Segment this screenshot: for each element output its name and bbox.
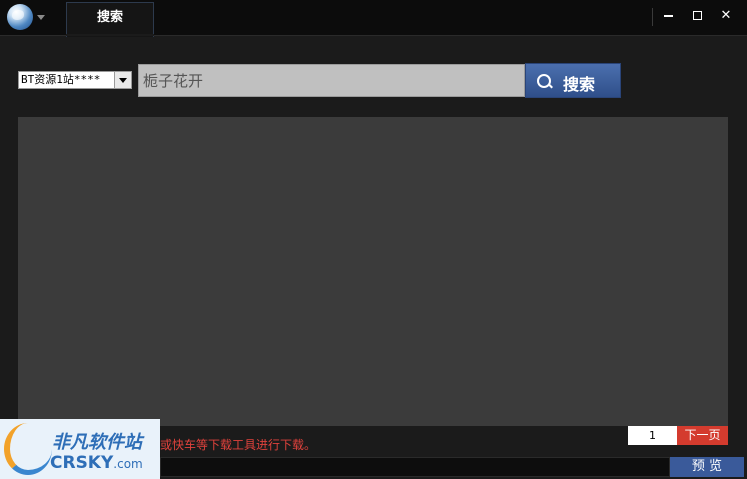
maximize-icon — [692, 11, 702, 20]
caret-down-icon[interactable] — [37, 15, 45, 20]
globe-logo-icon[interactable] — [7, 4, 33, 30]
minimize-button[interactable] — [657, 6, 679, 26]
status-bar — [160, 457, 670, 477]
results-panel[interactable] — [18, 117, 728, 426]
tab-search[interactable]: 搜索 — [66, 2, 154, 37]
watermark-logo: 非凡软件站 CRSKY.com — [0, 419, 160, 479]
search-input[interactable] — [138, 64, 525, 97]
info-text: 或快车等下载工具进行下载。 — [160, 438, 317, 452]
search-button[interactable]: 搜索 — [525, 63, 621, 98]
title-bar: 搜索 ✕ — [0, 0, 747, 37]
close-button[interactable]: ✕ — [715, 6, 737, 26]
next-page-button[interactable]: 下一页 — [677, 426, 728, 445]
watermark-en-main: CRSKY — [50, 453, 114, 473]
close-icon: ✕ — [720, 8, 732, 23]
watermark-en-text: CRSKY.com — [50, 453, 143, 473]
preview-button[interactable]: 预 览 — [670, 457, 744, 477]
page-number-field[interactable]: 1 — [628, 426, 677, 445]
source-select-value: BT资源1站**** — [21, 73, 101, 86]
search-icon — [537, 74, 551, 88]
swirl-logo-icon — [4, 423, 52, 475]
maximize-button[interactable] — [686, 6, 708, 26]
window-controls-separator — [652, 8, 653, 26]
tab-underline — [66, 34, 154, 36]
watermark-en-suffix: .com — [113, 457, 143, 471]
watermark-cn-text: 非凡软件站 — [52, 432, 142, 453]
minimize-icon — [663, 14, 673, 17]
chevron-down-icon[interactable] — [114, 72, 131, 88]
source-select[interactable]: BT资源1站**** — [18, 71, 132, 89]
search-button-label: 搜索 — [563, 75, 596, 94]
